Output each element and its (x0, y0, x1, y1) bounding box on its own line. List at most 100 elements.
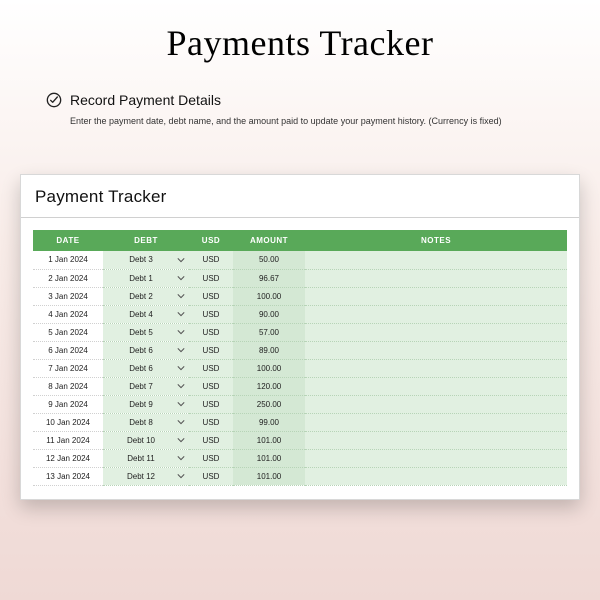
cell-debt[interactable]: Debt 4 (103, 305, 189, 323)
cell-notes[interactable] (305, 449, 567, 467)
cell-notes[interactable] (305, 287, 567, 305)
debt-label: Debt 2 (129, 292, 153, 301)
chevron-down-icon[interactable] (177, 436, 185, 444)
cell-amount[interactable]: 101.00 (233, 449, 305, 467)
cell-date[interactable]: 9 Jan 2024 (33, 395, 103, 413)
chevron-down-icon[interactable] (177, 472, 185, 480)
cell-amount[interactable]: 89.00 (233, 341, 305, 359)
cell-debt[interactable]: Debt 9 (103, 395, 189, 413)
cell-date[interactable]: 5 Jan 2024 (33, 323, 103, 341)
cell-amount[interactable]: 250.00 (233, 395, 305, 413)
cell-currency: USD (189, 449, 233, 467)
intro-description: Enter the payment date, debt name, and t… (46, 116, 554, 126)
chevron-down-icon[interactable] (177, 454, 185, 462)
debt-label: Debt 6 (129, 346, 153, 355)
chevron-down-icon[interactable] (177, 292, 185, 300)
cell-debt[interactable]: Debt 6 (103, 341, 189, 359)
cell-currency: USD (189, 287, 233, 305)
cell-currency: USD (189, 359, 233, 377)
cell-notes[interactable] (305, 377, 567, 395)
cell-currency: USD (189, 341, 233, 359)
cell-notes[interactable] (305, 413, 567, 431)
chevron-down-icon[interactable] (177, 400, 185, 408)
cell-notes[interactable] (305, 251, 567, 269)
cell-debt[interactable]: Debt 8 (103, 413, 189, 431)
table-header-row: DATE DEBT USD AMOUNT NOTES (33, 230, 567, 251)
cell-amount[interactable]: 100.00 (233, 287, 305, 305)
cell-debt[interactable]: Debt 12 (103, 467, 189, 485)
cell-date[interactable]: 2 Jan 2024 (33, 269, 103, 287)
col-debt: DEBT (103, 230, 189, 251)
cell-notes[interactable] (305, 467, 567, 485)
cell-date[interactable]: 7 Jan 2024 (33, 359, 103, 377)
chevron-down-icon[interactable] (177, 328, 185, 336)
cell-notes[interactable] (305, 359, 567, 377)
cell-debt[interactable]: Debt 6 (103, 359, 189, 377)
chevron-down-icon[interactable] (177, 346, 185, 354)
cell-currency: USD (189, 323, 233, 341)
table-row: 11 Jan 2024Debt 10USD101.00 (33, 431, 567, 449)
cell-date[interactable]: 8 Jan 2024 (33, 377, 103, 395)
debt-label: Debt 10 (127, 436, 155, 445)
cell-date[interactable]: 1 Jan 2024 (33, 251, 103, 269)
cell-notes[interactable] (305, 395, 567, 413)
cell-debt[interactable]: Debt 5 (103, 323, 189, 341)
cell-date[interactable]: 10 Jan 2024 (33, 413, 103, 431)
chevron-down-icon[interactable] (177, 310, 185, 318)
cell-date[interactable]: 6 Jan 2024 (33, 341, 103, 359)
debt-label: Debt 1 (129, 274, 153, 283)
cell-debt[interactable]: Debt 10 (103, 431, 189, 449)
cell-currency: USD (189, 305, 233, 323)
table-row: 10 Jan 2024 Debt 8 USD99.00 (33, 413, 567, 431)
cell-amount[interactable]: 90.00 (233, 305, 305, 323)
cell-debt[interactable]: Debt 11 (103, 449, 189, 467)
debt-label: Debt 4 (129, 310, 153, 319)
table-row: 1 Jan 2024Debt 3USD50.00 (33, 251, 567, 269)
cell-amount[interactable]: 57.00 (233, 323, 305, 341)
cell-debt[interactable]: Debt 7 (103, 377, 189, 395)
cell-notes[interactable] (305, 323, 567, 341)
cell-notes[interactable] (305, 341, 567, 359)
cell-amount[interactable]: 96.67 (233, 269, 305, 287)
cell-notes[interactable] (305, 305, 567, 323)
cell-amount[interactable]: 100.00 (233, 359, 305, 377)
cell-date[interactable]: 11 Jan 2024 (33, 431, 103, 449)
col-date: DATE (33, 230, 103, 251)
cell-amount[interactable]: 50.00 (233, 251, 305, 269)
cell-notes[interactable] (305, 431, 567, 449)
table-row: 5 Jan 2024 Debt 5 USD57.00 (33, 323, 567, 341)
cell-date[interactable]: 4 Jan 2024 (33, 305, 103, 323)
cell-notes[interactable] (305, 269, 567, 287)
debt-label: Debt 9 (129, 400, 153, 409)
debt-label: Debt 11 (127, 454, 154, 463)
cell-amount[interactable]: 120.00 (233, 377, 305, 395)
cell-currency: USD (189, 251, 233, 269)
cell-date[interactable]: 13 Jan 2024 (33, 467, 103, 485)
chevron-down-icon[interactable] (177, 382, 185, 390)
table-row: 7 Jan 2024 Debt 6 USD100.00 (33, 359, 567, 377)
chevron-down-icon[interactable] (177, 364, 185, 372)
chevron-down-icon[interactable] (177, 418, 185, 426)
cell-amount[interactable]: 101.00 (233, 467, 305, 485)
debt-label: Debt 6 (129, 364, 153, 373)
table-row: 3 Jan 2024 Debt 2 USD100.00 (33, 287, 567, 305)
debt-label: Debt 8 (129, 418, 153, 427)
table-row: 2 Jan 2024Debt 1USD96.67 (33, 269, 567, 287)
chevron-down-icon[interactable] (177, 256, 185, 264)
cell-amount[interactable]: 101.00 (233, 431, 305, 449)
cell-debt[interactable]: Debt 3 (103, 251, 189, 269)
table-row: 6 Jan 2024 Debt 6 USD89.00 (33, 341, 567, 359)
cell-amount[interactable]: 99.00 (233, 413, 305, 431)
sheet-title: Payment Tracker (21, 175, 579, 217)
chevron-down-icon[interactable] (177, 274, 185, 282)
cell-debt[interactable]: Debt 2 (103, 287, 189, 305)
col-notes: NOTES (305, 230, 567, 251)
cell-debt[interactable]: Debt 1 (103, 269, 189, 287)
cell-currency: USD (189, 413, 233, 431)
cell-currency: USD (189, 377, 233, 395)
payment-table: DATE DEBT USD AMOUNT NOTES 1 Jan 2024Deb… (33, 230, 567, 486)
cell-date[interactable]: 12 Jan 2024 (33, 449, 103, 467)
cell-date[interactable]: 3 Jan 2024 (33, 287, 103, 305)
debt-label: Debt 5 (129, 328, 153, 337)
debt-label: Debt 12 (127, 472, 155, 481)
